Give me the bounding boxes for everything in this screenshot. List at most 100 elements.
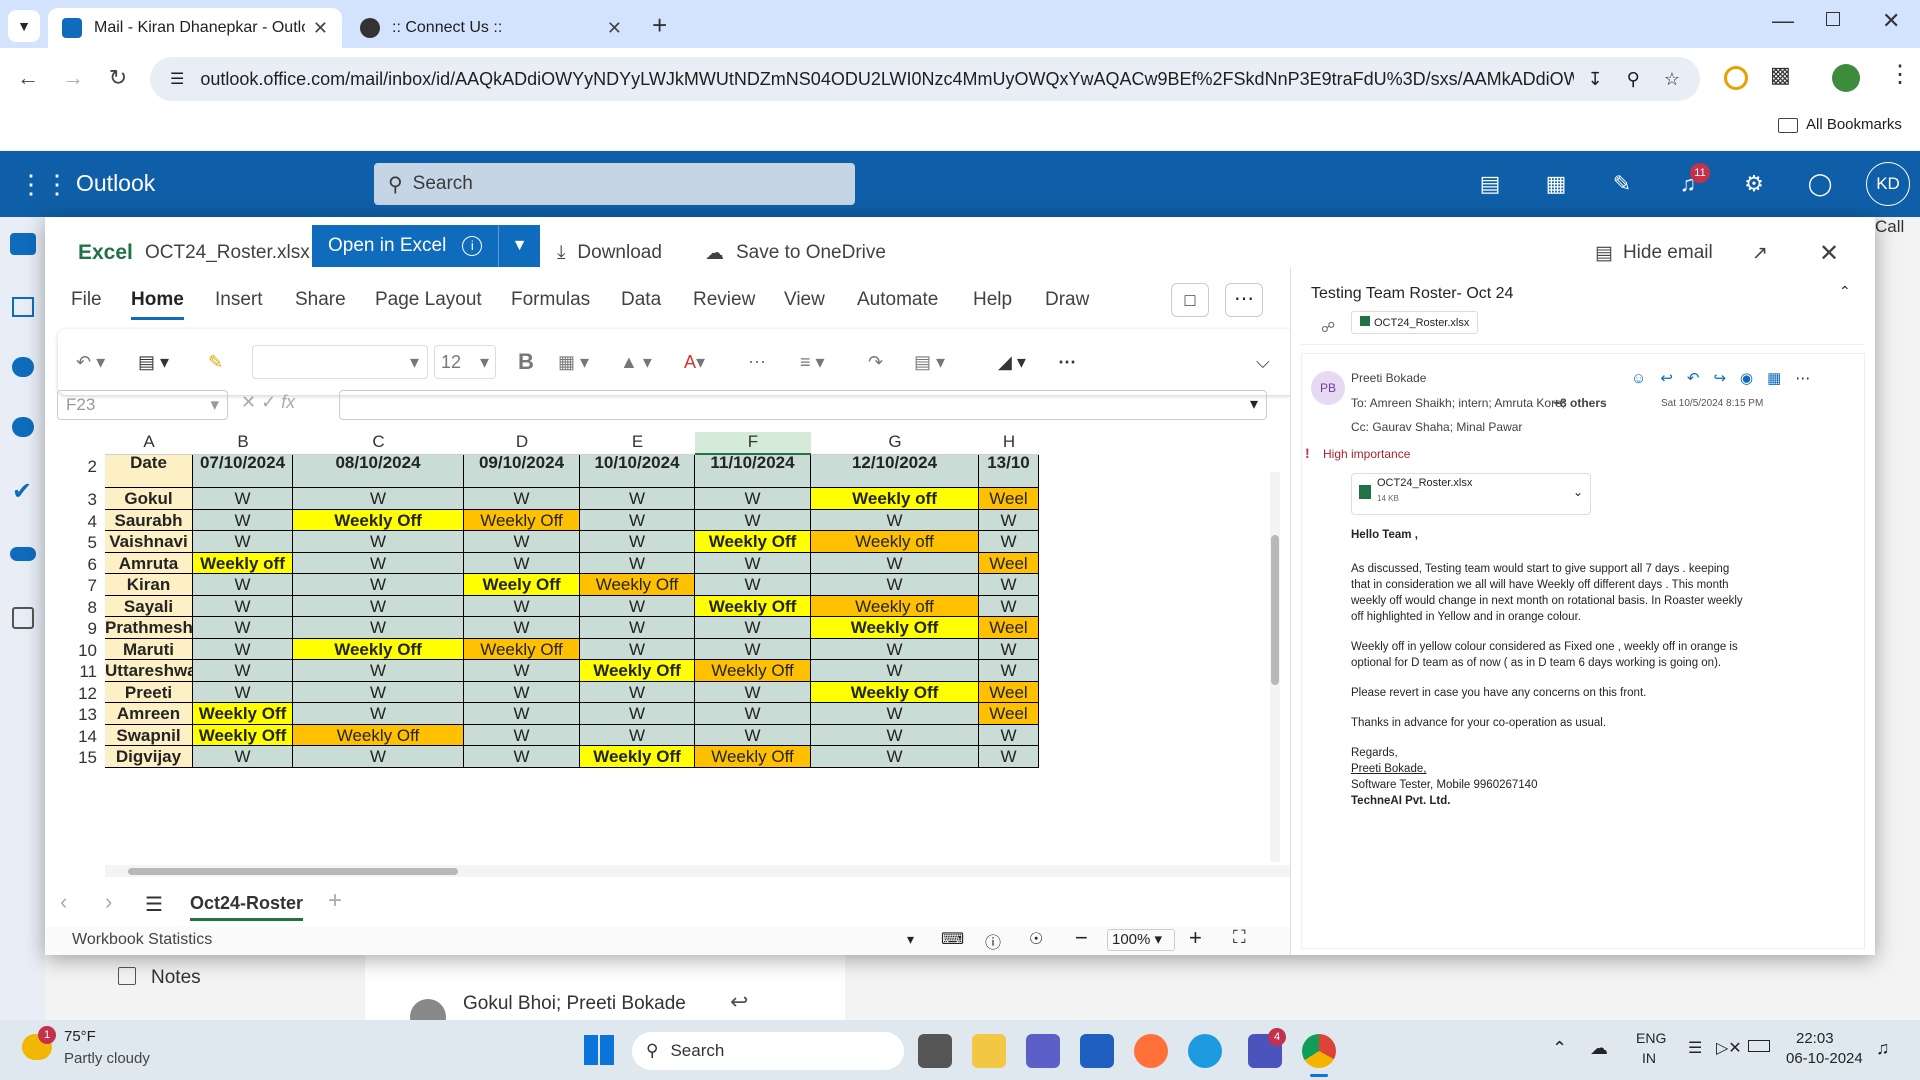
roster-cell[interactable]: W <box>193 595 293 617</box>
menu-file[interactable]: File <box>71 289 102 311</box>
roster-cell[interactable]: W <box>464 660 580 682</box>
row-header-6[interactable]: 6 <box>45 555 105 575</box>
sheet-tab-oct24[interactable]: Oct24-Roster <box>190 893 304 921</box>
column-header-a[interactable]: A <box>105 432 193 455</box>
close-window-icon[interactable]: ✕ <box>1882 8 1900 34</box>
wrap-text-icon[interactable]: ↷ <box>868 345 883 379</box>
name-box[interactable]: F23 ▾ <box>57 390 228 420</box>
roster-cell[interactable]: Weekly Off <box>580 746 695 768</box>
more-ribbon-icon[interactable]: ⋯ <box>1058 345 1076 379</box>
back-icon[interactable]: ← <box>10 60 46 96</box>
language-eng[interactable]: ENG <box>1636 1030 1666 1046</box>
roster-cell[interactable]: W <box>293 531 464 553</box>
store-icon[interactable] <box>1080 1034 1114 1068</box>
open-options-chevron-icon[interactable]: ▼ <box>498 225 540 267</box>
roster-cell[interactable]: W <box>811 724 979 746</box>
status-chevron-icon[interactable]: ▾ <box>907 931 914 948</box>
formula-bar[interactable]: ▾ <box>339 390 1267 420</box>
notes-folder[interactable]: Notes <box>151 967 201 989</box>
tab-search-button[interactable]: ▼ <box>8 10 40 42</box>
chrome-icon[interactable] <box>1302 1034 1336 1068</box>
row-header-3[interactable]: 3 <box>45 490 105 510</box>
roster-cell[interactable]: Weekly Off <box>695 746 811 768</box>
bookmark-star-icon[interactable]: ☆ <box>1664 69 1680 90</box>
roster-cell[interactable]: W <box>979 724 1039 746</box>
calendar-icon[interactable] <box>12 297 34 317</box>
row-header-5[interactable]: 5 <box>45 533 105 553</box>
info-icon[interactable]: i <box>462 236 483 256</box>
roster-cell[interactable]: W <box>695 509 811 531</box>
roster-cell[interactable]: W <box>193 531 293 553</box>
roster-cell[interactable]: W <box>979 638 1039 660</box>
roster-cell[interactable]: Weel <box>979 617 1039 639</box>
wifi-icon[interactable]: ☰ <box>1688 1038 1702 1058</box>
roster-cell[interactable]: W <box>293 488 464 510</box>
site-info-icon[interactable]: ☰ <box>170 69 184 89</box>
horizontal-scroll-thumb[interactable] <box>128 868 458 875</box>
roster-cell[interactable]: W <box>979 595 1039 617</box>
roster-cell[interactable]: W <box>580 703 695 725</box>
format-painter-icon[interactable]: ✎ <box>208 345 223 379</box>
menu-formulas[interactable]: Formulas <box>511 289 590 311</box>
roster-cell[interactable]: W <box>464 617 580 639</box>
roster-cell[interactable]: Weekly Off <box>464 509 580 531</box>
roster-cell[interactable]: Weel <box>979 552 1039 574</box>
row-header-4[interactable]: 4 <box>45 512 105 532</box>
roster-cell[interactable]: Weekly Off <box>695 595 811 617</box>
date-header-cell[interactable]: 08/10/2024 <box>293 455 464 488</box>
sheet-next-icon[interactable]: › <box>105 889 112 915</box>
roster-cell[interactable]: W <box>580 488 695 510</box>
my-day-icon[interactable]: ✎ <box>1604 166 1640 202</box>
collapse-icon[interactable]: ⌃ <box>1839 283 1851 300</box>
date-header-cell[interactable]: 11/10/2024 <box>695 455 811 488</box>
roster-cell[interactable]: Weekly Off <box>293 724 464 746</box>
roster-cell[interactable]: W <box>811 552 979 574</box>
roster-cell[interactable]: W <box>811 509 979 531</box>
message-sender[interactable]: Gokul Bhoi; Preeti Bokade <box>463 993 686 1015</box>
column-header-d[interactable]: D <box>464 432 580 455</box>
roster-cell[interactable]: Weekly Off <box>193 724 293 746</box>
roster-cell[interactable]: W <box>695 617 811 639</box>
sender-name[interactable]: Preeti Bokade <box>1351 371 1426 385</box>
roster-cell[interactable]: W <box>695 552 811 574</box>
roster-cell[interactable]: W <box>695 681 811 703</box>
attachment-chevron-icon[interactable]: ⌄ <box>1573 485 1583 499</box>
date-header-cell[interactable]: 12/10/2024 <box>811 455 979 488</box>
zoom-out-icon[interactable]: − <box>1075 925 1088 951</box>
feedback-icon[interactable]: ☉ <box>1029 929 1043 949</box>
roster-cell[interactable]: W <box>193 660 293 682</box>
name-cell[interactable]: Preeti <box>105 681 193 703</box>
roster-cell[interactable]: W <box>464 681 580 703</box>
undo-icon[interactable]: ↶ ▾ <box>76 345 105 379</box>
profile-avatar[interactable] <box>1832 64 1860 92</box>
row-header-7[interactable]: 7 <box>45 576 105 596</box>
restore-icon[interactable] <box>1826 12 1840 26</box>
menu-share[interactable]: Share <box>295 289 346 311</box>
more-recipients-link[interactable]: +8 others <box>1553 396 1607 410</box>
more-options-button[interactable]: ⋯ <box>1225 283 1263 317</box>
zoom-in-icon[interactable]: + <box>1189 925 1202 951</box>
minimize-icon[interactable]: — <box>1772 8 1794 34</box>
teams-icon[interactable] <box>1026 1034 1060 1068</box>
roster-cell[interactable]: W <box>580 509 695 531</box>
volume-muted-icon[interactable]: ▷✕ <box>1716 1038 1742 1058</box>
name-cell[interactable]: Saurabh <box>105 509 193 531</box>
battery-icon[interactable] <box>1748 1040 1770 1052</box>
menu-data[interactable]: Data <box>621 289 661 311</box>
row-header-11[interactable]: 11 <box>45 662 105 682</box>
tab-connect-us[interactable]: :: Connect Us :: ✕ <box>346 8 636 48</box>
row-header-2[interactable]: 2 <box>45 457 105 477</box>
roster-cell[interactable]: W <box>193 746 293 768</box>
comments-button[interactable]: □ <box>1171 283 1209 317</box>
name-cell[interactable]: Maruti <box>105 638 193 660</box>
formula-expand-icon[interactable]: ▾ <box>1250 394 1258 414</box>
row-header-12[interactable]: 12 <box>45 684 105 704</box>
keyboard-icon[interactable]: ⌨ <box>941 929 964 949</box>
attachment-chip[interactable]: OCT24_Roster.xlsx <box>1351 311 1479 334</box>
add-sheet-icon[interactable]: + <box>328 887 342 915</box>
column-header-f[interactable]: F <box>695 432 811 455</box>
roster-cell[interactable]: Weekly Off <box>695 531 811 553</box>
address-bar[interactable]: ☰ outlook.office.com/mail/inbox/id/AAQkA… <box>150 57 1700 101</box>
roster-cell[interactable]: W <box>464 531 580 553</box>
row-header-14[interactable]: 14 <box>45 727 105 747</box>
